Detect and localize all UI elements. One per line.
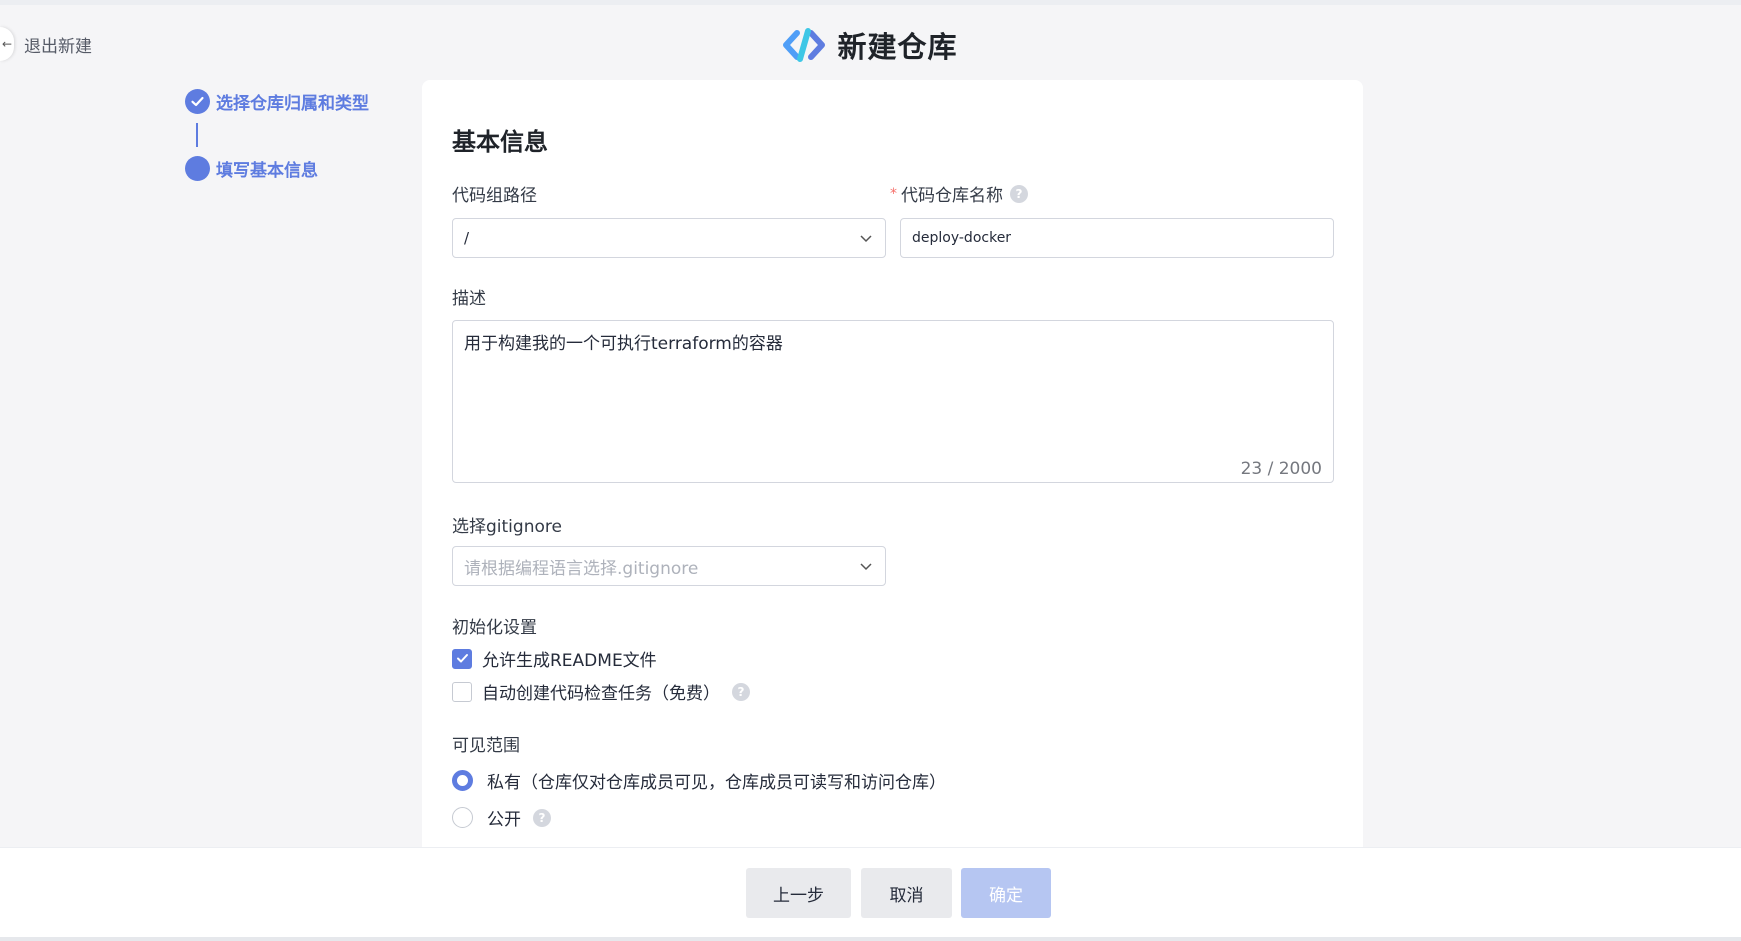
bottom-divider (0, 937, 1741, 941)
group-path-value: / (464, 229, 470, 247)
checkbox-empty-icon (452, 681, 472, 702)
init-settings-label: 初始化设置 (452, 618, 537, 638)
code-check-checkbox[interactable]: 自动创建代码检查任务（免费） ? (452, 679, 750, 704)
help-icon[interactable]: ? (1010, 184, 1028, 203)
description-textarea[interactable]: 用于构建我的一个可执行terraform的容器 23 / 2000 (452, 320, 1334, 483)
repo-name-input[interactable]: deploy-docker (900, 218, 1334, 258)
private-label: 私有（仓库仅对仓库成员可见，仓库成员可读写和访问仓库） (487, 773, 946, 793)
prev-step-button[interactable]: 上一步 (746, 868, 851, 918)
gitignore-label: 选择gitignore (452, 517, 562, 537)
radio-empty-icon (452, 807, 473, 828)
step-connector (196, 123, 198, 147)
cancel-button[interactable]: 取消 (861, 868, 952, 918)
step-select-type[interactable]: 选择仓库归属和类型 (185, 88, 369, 114)
chevron-down-icon (860, 235, 872, 243)
repo-name-label: * 代码仓库名称 ? (890, 181, 1028, 206)
radio-selected-icon (452, 770, 473, 791)
description-label: 描述 (452, 289, 486, 309)
visibility-label: 可见范围 (452, 736, 520, 756)
confirm-button[interactable]: 确定 (961, 868, 1051, 918)
checkbox-checked-icon (452, 648, 472, 669)
chevron-down-icon (860, 563, 872, 571)
help-icon[interactable]: ? (533, 808, 551, 827)
visibility-public-radio[interactable]: 公开 ? (452, 805, 551, 830)
required-mark: * (890, 185, 897, 202)
section-title: 基本信息 (452, 128, 548, 156)
page-header: 新建仓库 (0, 24, 1741, 66)
step-label: 选择仓库归属和类型 (216, 93, 369, 114)
step-basic-info: 填写基本信息 (185, 155, 369, 181)
current-step-dot-icon (185, 155, 210, 181)
repo-name-value: deploy-docker (912, 230, 1012, 246)
page-title: 新建仓库 (837, 30, 958, 64)
code-check-label: 自动创建代码检查任务（免费） (482, 684, 720, 704)
codearts-logo-icon (783, 28, 826, 62)
char-counter: 23 / 2000 (1240, 459, 1322, 479)
readme-label: 允许生成README文件 (482, 651, 657, 671)
check-icon (185, 88, 210, 114)
group-path-label: 代码组路径 (452, 186, 537, 206)
gitignore-placeholder: 请根据编程语言选择.gitignore (464, 558, 699, 579)
form-card: 基本信息 代码组路径 / * 代码仓库名称 ? deploy-docker 描述… (422, 80, 1363, 870)
visibility-private-radio[interactable]: 私有（仓库仅对仓库成员可见，仓库成员可读写和访问仓库） (452, 768, 946, 793)
public-label: 公开 (487, 810, 521, 830)
description-value: 用于构建我的一个可执行terraform的容器 (464, 334, 783, 354)
footer-bar: 上一步 取消 确定 (0, 847, 1741, 937)
readme-checkbox[interactable]: 允许生成README文件 (452, 646, 657, 671)
help-icon[interactable]: ? (732, 682, 750, 701)
gitignore-select[interactable]: 请根据编程语言选择.gitignore (452, 546, 886, 586)
step-label: 填写基本信息 (216, 160, 318, 181)
top-divider (0, 0, 1741, 5)
step-indicator: 选择仓库归属和类型 填写基本信息 (185, 88, 369, 181)
group-path-select[interactable]: / (452, 218, 886, 258)
